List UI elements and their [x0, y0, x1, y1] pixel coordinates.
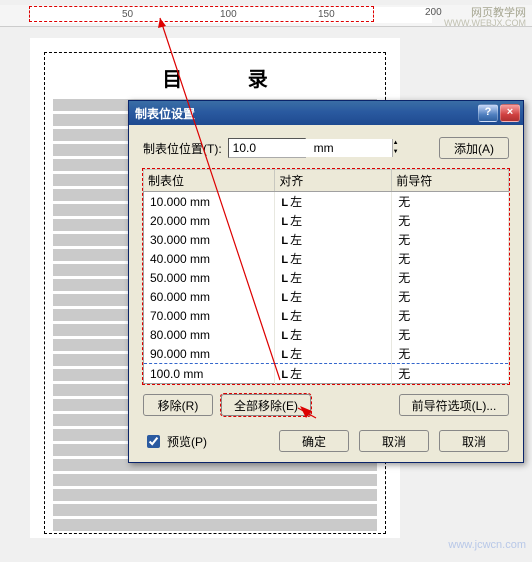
spin-down-icon[interactable]: ▼ — [392, 148, 399, 157]
col-position-header[interactable]: 制表位 — [144, 170, 275, 192]
cell-position: 10.000 mm — [144, 192, 275, 212]
align-left-icon: L — [281, 216, 286, 228]
help-button[interactable]: ? — [478, 104, 498, 122]
ruler-tick-50: 50 — [122, 9, 133, 20]
cell-position: 70.000 mm — [144, 306, 275, 325]
align-left-icon: L — [281, 311, 286, 323]
cell-leader: 无 — [392, 249, 509, 268]
preview-label-text: 预览(P) — [167, 433, 207, 450]
align-left-icon: L — [281, 254, 286, 266]
dialog-body: 制表位位置(T): ▲ ▼ mm 添加(A) 制表位 对齐 前导符 10.000 — [129, 125, 523, 462]
remove-all-button[interactable]: 全部移除(E) — [221, 394, 311, 416]
cell-align: L左 — [275, 306, 392, 325]
tab-settings-dialog: 制表位设置 ? × 制表位位置(T): ▲ ▼ mm 添加(A) 制表位 对齐 — [128, 100, 524, 463]
cell-position: 100.0 mm — [144, 364, 275, 384]
cancel2-button[interactable]: 取消 — [439, 430, 509, 452]
tab-table: 制表位 对齐 前导符 10.000 mmL左无20.000 mmL左无30.00… — [143, 169, 509, 384]
table-row[interactable]: 70.000 mmL左无 — [144, 306, 509, 325]
bottom-row: 预览(P) 确定 取消 取消 — [143, 430, 509, 452]
table-row[interactable]: 60.000 mmL左无 — [144, 287, 509, 306]
align-left-icon: L — [281, 235, 286, 247]
cell-align: L左 — [275, 364, 392, 384]
table-row[interactable]: 100.0 mmL左无 — [144, 364, 509, 384]
cancel-button[interactable]: 取消 — [359, 430, 429, 452]
table-row[interactable]: 50.000 mmL左无 — [144, 268, 509, 287]
align-left-icon: L — [281, 273, 286, 285]
cell-align: L左 — [275, 230, 392, 249]
cell-align: L左 — [275, 192, 392, 212]
button-row: 移除(R) 全部移除(E) 前导符选项(L)... — [143, 394, 509, 416]
ruler-highlight: 50 100 150 — [30, 7, 373, 21]
cell-align: L左 — [275, 325, 392, 344]
position-input[interactable] — [229, 139, 392, 157]
cell-leader: 无 — [392, 287, 509, 306]
doc-line — [53, 503, 377, 517]
cell-position: 30.000 mm — [144, 230, 275, 249]
cell-position: 40.000 mm — [144, 249, 275, 268]
preview-checkbox-label[interactable]: 预览(P) — [143, 432, 207, 451]
ruler-tick-150: 150 — [318, 9, 335, 20]
cell-leader: 无 — [392, 211, 509, 230]
doc-line — [53, 518, 377, 532]
ok-button[interactable]: 确定 — [279, 430, 349, 452]
align-left-icon: L — [281, 197, 286, 209]
cell-leader: 无 — [392, 364, 509, 384]
spin-up-icon[interactable]: ▲ — [392, 139, 399, 148]
cell-position: 80.000 mm — [144, 325, 275, 344]
position-input-group: ▲ ▼ — [228, 138, 306, 158]
close-button[interactable]: × — [500, 104, 520, 122]
watermark-footer: www.jcwcn.com — [448, 539, 526, 551]
col-leader-header[interactable]: 前导符 — [392, 170, 509, 192]
align-left-icon: L — [281, 349, 286, 361]
table-row[interactable]: 40.000 mmL左无 — [144, 249, 509, 268]
dialog-titlebar[interactable]: 制表位设置 ? × — [129, 101, 523, 125]
ruler-tick-100: 100 — [220, 9, 237, 20]
cell-leader: 无 — [392, 192, 509, 212]
table-row[interactable]: 80.000 mmL左无 — [144, 325, 509, 344]
cell-position: 50.000 mm — [144, 268, 275, 287]
cell-align: L左 — [275, 211, 392, 230]
table-row[interactable]: 90.000 mmL左无 — [144, 344, 509, 364]
doc-line — [53, 473, 377, 487]
add-button[interactable]: 添加(A) — [439, 137, 509, 159]
cell-leader: 无 — [392, 306, 509, 325]
leader-options-button[interactable]: 前导符选项(L)... — [399, 394, 509, 416]
cell-leader: 无 — [392, 230, 509, 249]
position-row: 制表位位置(T): ▲ ▼ mm 添加(A) — [143, 137, 509, 159]
align-left-icon: L — [281, 330, 286, 342]
table-header-row: 制表位 对齐 前导符 — [144, 170, 509, 192]
position-label: 制表位位置(T): — [143, 140, 222, 157]
remove-button[interactable]: 移除(R) — [143, 394, 213, 416]
document-title: 目 录 — [53, 63, 377, 92]
cell-position: 90.000 mm — [144, 344, 275, 364]
align-left-icon: L — [281, 369, 286, 381]
col-align-header[interactable]: 对齐 — [275, 170, 392, 192]
position-spinner[interactable]: ▲ ▼ — [392, 139, 399, 157]
cell-leader: 无 — [392, 325, 509, 344]
table-row[interactable]: 10.000 mmL左无 — [144, 192, 509, 212]
ruler-tick-200: 200 — [425, 7, 442, 18]
preview-checkbox[interactable] — [147, 435, 160, 448]
cell-align: L左 — [275, 287, 392, 306]
unit-label: mm — [314, 141, 334, 155]
dialog-title: 制表位设置 — [135, 105, 195, 122]
watermark-top-url: WWW.WEBJX.COM — [444, 18, 526, 28]
table-row[interactable]: 20.000 mmL左无 — [144, 211, 509, 230]
doc-line — [53, 488, 377, 502]
table-row[interactable]: 30.000 mmL左无 — [144, 230, 509, 249]
cell-align: L左 — [275, 268, 392, 287]
align-left-icon: L — [281, 292, 286, 304]
cell-leader: 无 — [392, 344, 509, 364]
cell-position: 20.000 mm — [144, 211, 275, 230]
cell-align: L左 — [275, 344, 392, 364]
cell-leader: 无 — [392, 268, 509, 287]
cell-align: L左 — [275, 249, 392, 268]
cell-position: 60.000 mm — [144, 287, 275, 306]
